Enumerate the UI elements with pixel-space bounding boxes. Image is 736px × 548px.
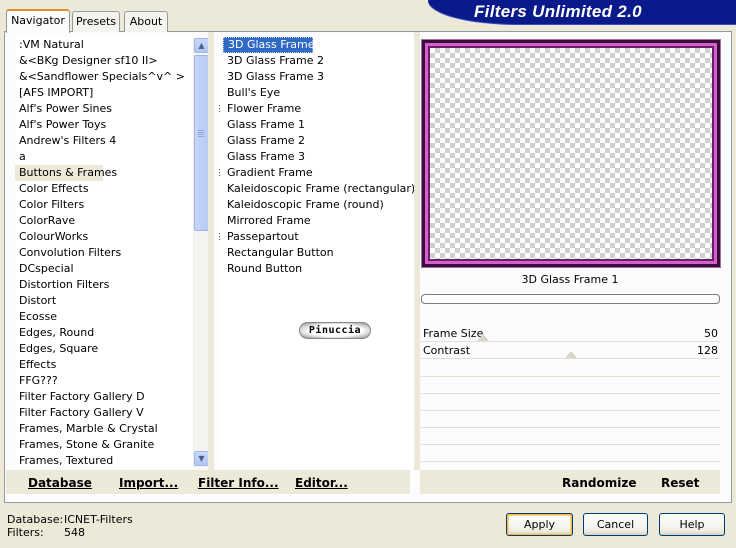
slider-track <box>421 341 720 342</box>
category-item[interactable]: Color Effects <box>15 181 193 197</box>
preview-filter-name: 3D Glass Frame 1 <box>521 273 619 286</box>
randomize-button[interactable]: Randomize <box>562 476 636 490</box>
editor-button[interactable]: Editor... <box>295 476 348 490</box>
param-label: Contrast <box>423 344 471 357</box>
category-scrollbar[interactable]: ▲ ▼ <box>193 38 209 467</box>
filter-item[interactable]: Gradient Frame <box>219 165 414 181</box>
category-item[interactable]: Ecosse <box>15 309 193 325</box>
empty-param-row <box>421 412 720 428</box>
category-item[interactable]: Frames, Marble & Crystal <box>15 421 193 437</box>
filter-item[interactable]: Round Button <box>223 261 414 277</box>
category-item[interactable]: Andrew's Filters 4 <box>15 133 193 149</box>
slider-track <box>421 358 720 359</box>
filter-item[interactable]: Passepartout <box>219 229 414 245</box>
filter-item[interactable]: Mirrored Frame <box>223 213 414 229</box>
category-item[interactable]: Buttons & Frames <box>15 165 117 181</box>
empty-param-row <box>421 361 720 377</box>
scroll-grip-icon <box>198 130 204 138</box>
category-item[interactable]: Filter Factory Gallery D <box>15 389 193 405</box>
category-item[interactable]: :VM Natural <box>15 37 193 53</box>
empty-param-row <box>421 395 720 411</box>
filter-item[interactable]: 3D Glass Frame 3 <box>223 69 414 85</box>
divider-left <box>208 32 214 470</box>
filter-item[interactable]: Rectangular Button <box>223 245 414 261</box>
category-item[interactable]: Frames, Textured <box>15 453 193 467</box>
filter-item[interactable]: Kaleidoscopic Frame (rectangular) <box>223 181 414 197</box>
category-item[interactable]: &<Sandflower Specials^v^ > <box>15 69 193 85</box>
database-value: ICNET-Filters <box>64 513 133 526</box>
reset-button[interactable]: Reset <box>661 476 699 490</box>
database-label: Database: <box>7 513 64 526</box>
category-item[interactable]: Edges, Round <box>15 325 193 341</box>
database-button[interactable]: Database <box>28 476 92 490</box>
tab-navigator[interactable]: Navigator <box>6 9 70 33</box>
import-button[interactable]: Import... <box>119 476 178 490</box>
progress-bar <box>421 294 720 304</box>
filter-item[interactable]: Glass Frame 3 <box>223 149 414 165</box>
category-item[interactable]: ColorRave <box>15 213 193 229</box>
filter-item[interactable]: Bull's Eye <box>223 85 414 101</box>
category-item[interactable]: Frames, Stone & Granite <box>15 437 193 453</box>
filter-item[interactable]: Flower Frame <box>219 101 414 117</box>
cancel-button[interactable]: Cancel <box>583 513 648 536</box>
category-item[interactable]: Alf's Power Toys <box>15 117 193 133</box>
filters-label: Filters: <box>7 526 44 539</box>
category-item[interactable]: ColourWorks <box>15 229 193 245</box>
category-item[interactable]: Distortion Filters <box>15 277 193 293</box>
preview-image <box>422 40 720 267</box>
tab-presets[interactable]: Presets <box>72 11 120 32</box>
scroll-down-icon[interactable]: ▼ <box>194 451 209 466</box>
category-item[interactable]: Alf's Power Sines <box>15 101 193 117</box>
slider-frame-size[interactable]: Frame Size 50 <box>421 326 720 342</box>
category-item[interactable]: Convolution Filters <box>15 245 193 261</box>
param-value: 50 <box>704 327 718 340</box>
category-item[interactable]: Distort <box>15 293 193 309</box>
help-button[interactable]: Help <box>659 513 725 536</box>
category-item[interactable]: Color Filters <box>15 197 193 213</box>
slider-thumb-icon[interactable] <box>565 351 577 358</box>
category-item[interactable]: Filter Factory Gallery V <box>15 405 193 421</box>
param-label: Frame Size <box>423 327 484 340</box>
empty-param-row <box>421 378 720 394</box>
category-item[interactable]: FFG??? <box>15 373 193 389</box>
category-item[interactable]: Edges, Square <box>15 341 193 357</box>
slider-thumb-icon[interactable] <box>477 334 489 341</box>
tab-about[interactable]: About <box>124 11 168 32</box>
scroll-up-icon[interactable]: ▲ <box>194 38 209 53</box>
filter-item[interactable]: Glass Frame 2 <box>223 133 414 149</box>
empty-param-row <box>421 446 720 462</box>
author-logo: Pinuccia <box>299 322 371 339</box>
filter-info-button[interactable]: Filter Info... <box>198 476 279 490</box>
empty-param-row <box>421 429 720 445</box>
apply-button[interactable]: Apply <box>506 513 573 536</box>
filter-list[interactable]: 3D Glass Frame 1 3D Glass Frame 2 3D Glass… <box>219 37 414 467</box>
slider-contrast[interactable]: Contrast 128 <box>421 343 720 359</box>
category-item[interactable]: [AFS IMPORT] <box>15 85 193 101</box>
category-item[interactable]: a <box>15 149 193 165</box>
category-item[interactable]: &<BKg Designer sf10 II> <box>15 53 193 69</box>
app-title: Filters Unlimited 2.0 <box>474 2 642 21</box>
scroll-thumb[interactable] <box>194 55 209 231</box>
filter-item[interactable]: Glass Frame 1 <box>223 117 414 133</box>
param-value: 128 <box>697 344 718 357</box>
filters-count: 548 <box>64 526 85 539</box>
filter-item[interactable]: 3D Glass Frame 2 <box>223 53 414 69</box>
category-list[interactable]: :VM Natural &<BKg Designer sf10 II> &<Sand… <box>15 37 193 467</box>
filter-item[interactable]: Kaleidoscopic Frame (round) <box>223 197 414 213</box>
category-item[interactable]: Effects <box>15 357 193 373</box>
filter-item[interactable]: 3D Glass Frame 1 <box>223 37 325 53</box>
category-item[interactable]: DCspecial <box>15 261 193 277</box>
